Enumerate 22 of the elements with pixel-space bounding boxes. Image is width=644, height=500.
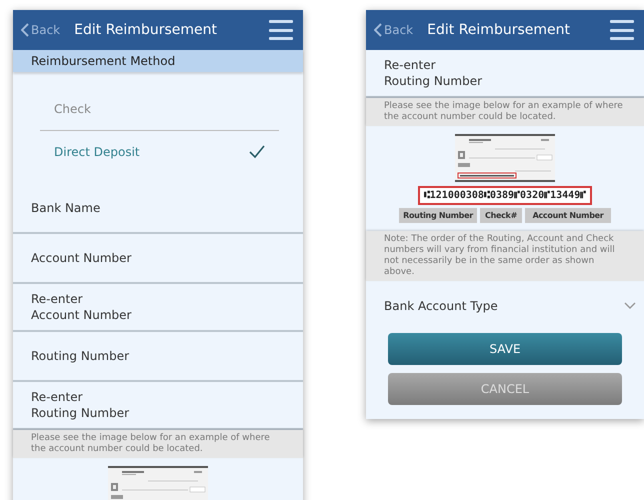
input-field[interactable]: Bank Name [13, 184, 303, 234]
input-field[interactable]: Re-enter Account Number [13, 284, 303, 332]
note-text: Please see the image below for an example of where the account number could be located. [13, 430, 303, 458]
chevron-left-icon [374, 23, 382, 37]
note-text: Please see the image below for an example of where the account number could be located. [366, 98, 644, 126]
note-text: Note: The order of the Routing, Account and Check numbers will vary from financial institution and will not necessarily be in the same order as shown above. [366, 231, 644, 281]
check-part-label: Account Number [525, 208, 611, 223]
section-header: Reimbursement Method [13, 50, 303, 72]
check-part-label: Routing Number [399, 208, 477, 223]
chevron-down-icon [624, 302, 636, 310]
input-field[interactable]: Routing Number [13, 332, 303, 382]
menu-button[interactable] [269, 20, 293, 40]
screen-title: Edit Reimbursement [427, 22, 571, 38]
radio-option[interactable]: Direct Deposit [40, 130, 279, 172]
checkmark-icon [249, 144, 265, 158]
screen-title: Edit Reimbursement [74, 22, 218, 38]
check-part-label: Check# [480, 208, 522, 223]
menu-button[interactable] [610, 20, 634, 40]
dropdown[interactable]: Bank Account Type [366, 281, 644, 331]
save-button[interactable]: SAVE [388, 333, 622, 365]
input-field[interactable]: Account Number [13, 234, 303, 284]
chevron-left-icon [21, 23, 29, 37]
